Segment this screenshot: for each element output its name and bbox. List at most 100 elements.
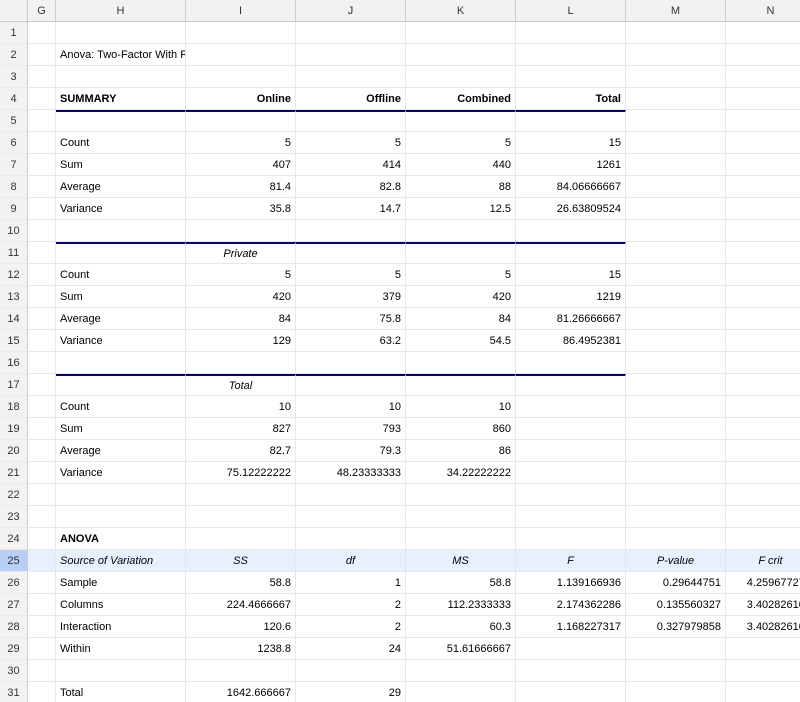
cell-i[interactable]: 5 <box>186 264 296 285</box>
cell-k[interactable]: 10 <box>406 396 516 417</box>
cell-m[interactable] <box>626 88 726 109</box>
cell-m[interactable] <box>626 682 726 702</box>
cell-i[interactable] <box>186 528 296 549</box>
cell-n[interactable] <box>726 110 800 131</box>
cell-g[interactable] <box>28 330 56 351</box>
cell-n[interactable] <box>726 286 800 307</box>
cell-n[interactable] <box>726 242 800 263</box>
cell-m[interactable] <box>626 374 726 395</box>
cell-k[interactable] <box>406 352 516 373</box>
cell-n[interactable] <box>726 506 800 527</box>
cell-k[interactable] <box>406 484 516 505</box>
cell-j[interactable]: 24 <box>296 638 406 659</box>
cell-g[interactable] <box>28 264 56 285</box>
cell-j[interactable] <box>296 220 406 241</box>
cell-l[interactable] <box>516 44 626 65</box>
cell-m[interactable] <box>626 44 726 65</box>
cell-l[interactable] <box>516 682 626 702</box>
cell-k[interactable]: 88 <box>406 176 516 197</box>
cell-l[interactable] <box>516 440 626 461</box>
cell-i[interactable]: 1642.666667 <box>186 682 296 702</box>
cell-n[interactable] <box>726 374 800 395</box>
cell-h[interactable]: Total <box>56 682 186 702</box>
cell-m[interactable] <box>626 132 726 153</box>
cell-j[interactable]: Offline <box>296 88 406 109</box>
cell-k[interactable] <box>406 110 516 131</box>
cell-i[interactable]: 35.8 <box>186 198 296 219</box>
cell-k[interactable] <box>406 220 516 241</box>
cell-m[interactable] <box>626 110 726 131</box>
cell-j[interactable]: 2 <box>296 616 406 637</box>
cell-h[interactable] <box>56 242 186 263</box>
cell-n[interactable] <box>726 682 800 702</box>
cell-i[interactable]: 827 <box>186 418 296 439</box>
cell-i[interactable]: Online <box>186 88 296 109</box>
cell-l[interactable]: 1261 <box>516 154 626 175</box>
cell-m[interactable] <box>626 264 726 285</box>
cell-h[interactable] <box>56 506 186 527</box>
cell-m[interactable] <box>626 352 726 373</box>
cell-m[interactable]: P-value <box>626 550 726 571</box>
cell-h[interactable] <box>56 484 186 505</box>
cell-j[interactable] <box>296 110 406 131</box>
cell-l[interactable] <box>516 374 626 395</box>
cell-n[interactable] <box>726 176 800 197</box>
cell-i[interactable]: 75.12222222 <box>186 462 296 483</box>
cell-g[interactable] <box>28 22 56 43</box>
cell-l[interactable] <box>516 506 626 527</box>
cell-n[interactable] <box>726 66 800 87</box>
cell-n[interactable] <box>726 198 800 219</box>
cell-h[interactable]: Average <box>56 440 186 461</box>
cell-l[interactable] <box>516 22 626 43</box>
cell-l[interactable] <box>516 220 626 241</box>
cell-l[interactable]: 84.06666667 <box>516 176 626 197</box>
cell-n[interactable] <box>726 660 800 681</box>
cell-j[interactable]: 5 <box>296 264 406 285</box>
cell-m[interactable] <box>626 220 726 241</box>
cell-j[interactable]: 75.8 <box>296 308 406 329</box>
cell-g[interactable] <box>28 440 56 461</box>
cell-l[interactable] <box>516 396 626 417</box>
cell-l[interactable]: 15 <box>516 264 626 285</box>
cell-h[interactable]: Columns <box>56 594 186 615</box>
cell-i[interactable]: 407 <box>186 154 296 175</box>
cell-h[interactable] <box>56 660 186 681</box>
cell-k[interactable]: 420 <box>406 286 516 307</box>
cell-h[interactable]: Within <box>56 638 186 659</box>
cell-k[interactable]: 860 <box>406 418 516 439</box>
cell-h[interactable]: Variance <box>56 330 186 351</box>
cell-l[interactable]: 15 <box>516 132 626 153</box>
cell-m[interactable] <box>626 506 726 527</box>
cell-l[interactable]: 81.26666667 <box>516 308 626 329</box>
cell-h[interactable] <box>56 66 186 87</box>
cell-i[interactable]: 224.4666667 <box>186 594 296 615</box>
cell-l[interactable]: F <box>516 550 626 571</box>
cell-g[interactable] <box>28 594 56 615</box>
cell-i[interactable]: Private <box>186 242 296 263</box>
cell-k[interactable] <box>406 374 516 395</box>
cell-g[interactable] <box>28 132 56 153</box>
cell-k[interactable] <box>406 682 516 702</box>
cell-i[interactable]: 84 <box>186 308 296 329</box>
cell-m[interactable] <box>626 418 726 439</box>
cell-h[interactable] <box>56 220 186 241</box>
cell-n[interactable]: 3.402826105 <box>726 616 800 637</box>
cell-i[interactable]: 58.8 <box>186 572 296 593</box>
cell-l[interactable]: 26.63809524 <box>516 198 626 219</box>
cell-k[interactable]: 84 <box>406 308 516 329</box>
cell-j[interactable] <box>296 22 406 43</box>
cell-n[interactable] <box>726 44 800 65</box>
cell-m[interactable] <box>626 330 726 351</box>
cell-m[interactable]: 0.29644751 <box>626 572 726 593</box>
cell-m[interactable] <box>626 176 726 197</box>
cell-h[interactable] <box>56 374 186 395</box>
cell-j[interactable]: 379 <box>296 286 406 307</box>
cell-m[interactable] <box>626 308 726 329</box>
cell-l[interactable] <box>516 66 626 87</box>
cell-g[interactable] <box>28 396 56 417</box>
cell-i[interactable]: 420 <box>186 286 296 307</box>
cell-i[interactable]: 81.4 <box>186 176 296 197</box>
cell-n[interactable]: F crit <box>726 550 800 571</box>
cell-k[interactable] <box>406 44 516 65</box>
cell-m[interactable] <box>626 638 726 659</box>
